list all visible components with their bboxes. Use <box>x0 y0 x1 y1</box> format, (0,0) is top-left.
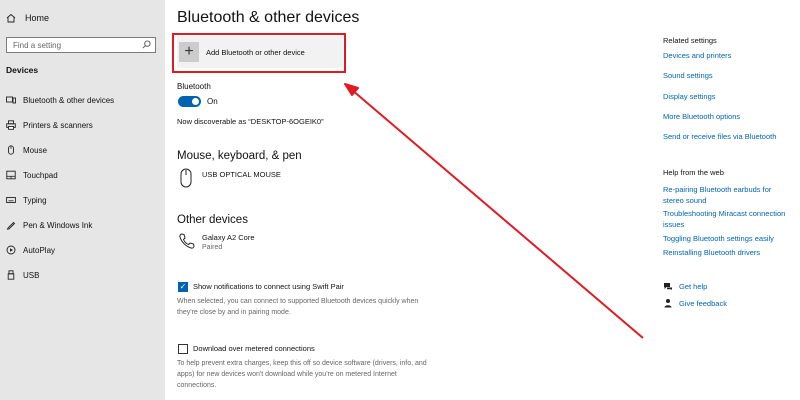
annotation-arrow <box>344 83 644 339</box>
